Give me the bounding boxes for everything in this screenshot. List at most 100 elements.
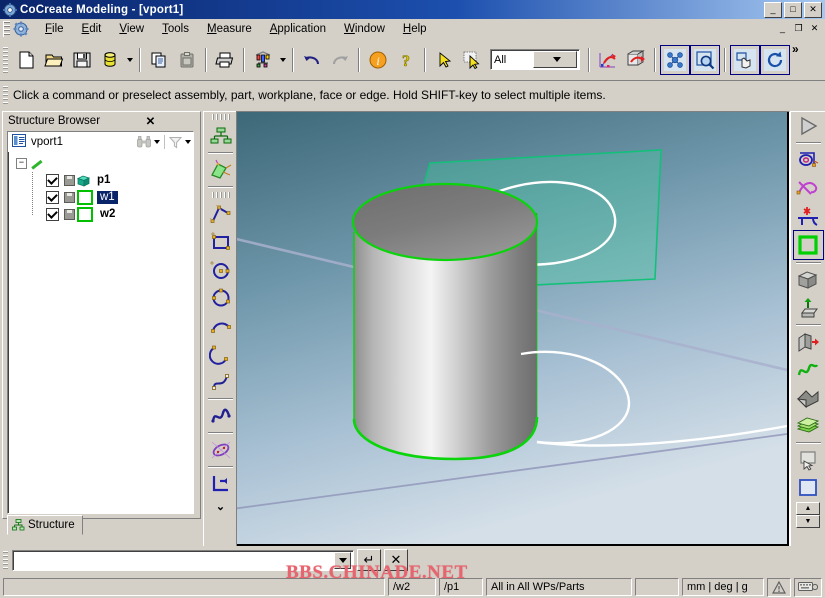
menu-item-window[interactable]: Window: [335, 21, 394, 37]
maximize-button[interactable]: □: [784, 1, 802, 18]
command-drag-grip[interactable]: [3, 551, 8, 569]
info-icon[interactable]: i: [364, 46, 392, 74]
left-toolbar-overflow-button[interactable]: ⌄: [216, 498, 225, 514]
select-arrow-icon[interactable]: [430, 46, 458, 74]
trim-corner-icon[interactable]: [206, 470, 235, 498]
tree-root-row[interactable]: −: [14, 155, 193, 172]
tree-row-w1[interactable]: w1: [46, 189, 193, 206]
visibility-checkbox-w1[interactable]: [46, 190, 59, 204]
show-axes-icon[interactable]: [594, 46, 622, 74]
rectangle-2d-icon[interactable]: [206, 228, 235, 256]
status-current-workplane[interactable]: /w2: [388, 578, 436, 596]
menu-item-tools[interactable]: Tools: [153, 21, 198, 37]
command-input-wrapper[interactable]: [12, 549, 354, 571]
keyboard-icon[interactable]: [794, 577, 822, 597]
print-icon[interactable]: [211, 46, 239, 74]
command-cancel-button[interactable]: ✕: [384, 549, 408, 571]
filter-funnel-icon[interactable]: [167, 134, 183, 150]
fit-view-icon[interactable]: [660, 44, 690, 75]
viewport-vport1[interactable]: [237, 112, 787, 544]
toolbar-spinner[interactable]: ▲ ▼: [796, 502, 820, 528]
tree-label-p1[interactable]: p1: [94, 174, 113, 187]
command-enter-button[interactable]: ↵: [357, 549, 381, 571]
arc-3point-icon[interactable]: [206, 340, 235, 368]
warning-triangle-icon[interactable]: [767, 577, 791, 597]
menu-item-help[interactable]: Help: [394, 21, 436, 37]
visibility-checkbox-p1[interactable]: [46, 173, 59, 187]
find-dropdown-arrow-icon[interactable]: [152, 134, 162, 150]
status-current-part[interactable]: /p1: [439, 578, 483, 596]
circle-3point-icon[interactable]: [206, 284, 235, 312]
draw-group-grip[interactable]: [211, 192, 230, 198]
rotate-view-icon[interactable]: [760, 44, 790, 75]
structure-tree-icon[interactable]: [206, 122, 235, 150]
stack-layers-icon[interactable]: [794, 412, 823, 440]
curve-green-icon[interactable]: [794, 356, 823, 384]
select-window-icon[interactable]: [458, 46, 486, 74]
workplane-create-icon[interactable]: [206, 156, 235, 184]
minimize-button[interactable]: _: [764, 1, 782, 18]
chevron-down-icon[interactable]: [334, 551, 351, 569]
menu-item-view[interactable]: View: [110, 21, 153, 37]
viewport-icon[interactable]: [794, 474, 823, 502]
revolve-icon[interactable]: [794, 146, 823, 174]
menu-drag-grip[interactable]: [3, 21, 10, 37]
filter-dropdown-arrow-icon[interactable]: [183, 134, 193, 150]
cylinder-part-p1[interactable]: [351, 182, 539, 461]
mdi-minimize-button[interactable]: _: [775, 22, 790, 36]
status-selection-scope[interactable]: All in All WPs/Parts: [486, 578, 632, 596]
paste-icon[interactable]: [173, 46, 201, 74]
constraint-icon[interactable]: [794, 202, 823, 230]
arc-icon[interactable]: [206, 312, 235, 340]
menu-item-measure[interactable]: Measure: [198, 21, 261, 37]
circle-center-icon[interactable]: [206, 256, 235, 284]
extrude-side-icon[interactable]: [794, 328, 823, 356]
color-settings-dropdown-arrow-icon[interactable]: [277, 46, 288, 74]
face-select-icon[interactable]: [794, 446, 823, 474]
menu-item-file[interactable]: File: [36, 21, 73, 37]
toolbar-drag-grip[interactable]: [3, 46, 8, 73]
spinner-down-button[interactable]: ▼: [796, 515, 820, 528]
command-input[interactable]: [13, 551, 334, 569]
database-dropdown-arrow-icon[interactable]: [124, 46, 135, 74]
tree-label-w1[interactable]: w1: [97, 191, 118, 204]
tree-row-w2[interactable]: w2: [46, 206, 193, 223]
sweep-icon[interactable]: [794, 174, 823, 202]
help-question-icon[interactable]: ?: [392, 46, 420, 74]
part-copy-icon[interactable]: [794, 266, 823, 294]
toolbar-overflow-button[interactable]: »: [792, 42, 799, 56]
ellipse-icon[interactable]: [206, 436, 235, 464]
tab-structure[interactable]: Structure: [7, 515, 83, 535]
section-icon[interactable]: [622, 46, 650, 74]
status-units[interactable]: mm | deg | g: [682, 578, 764, 596]
prompt-drag-grip[interactable]: [3, 86, 8, 104]
undo-icon[interactable]: [298, 46, 326, 74]
line-2d-icon[interactable]: [206, 200, 235, 228]
workplane-select-icon[interactable]: [792, 230, 824, 260]
play-run-icon[interactable]: [794, 112, 823, 140]
menu-item-application[interactable]: Application: [261, 21, 335, 37]
chevron-down-icon[interactable]: [533, 51, 577, 68]
pan-hand-icon[interactable]: [730, 44, 760, 75]
copy-icon[interactable]: [145, 46, 173, 74]
close-button[interactable]: ✕: [804, 1, 822, 18]
mdi-close-button[interactable]: ✕: [807, 22, 822, 36]
menu-item-edit[interactable]: Edit: [73, 21, 111, 37]
tree-expander[interactable]: −: [16, 158, 27, 169]
find-binoculars-icon[interactable]: [136, 134, 152, 150]
save-disk-icon[interactable]: [68, 46, 96, 74]
mdi-restore-button[interactable]: ❐: [791, 22, 806, 36]
spinner-up-button[interactable]: ▲: [796, 502, 820, 515]
tree-row-p1[interactable]: p1: [46, 172, 193, 189]
extrude-up-icon[interactable]: [794, 294, 823, 322]
viewport-scene[interactable]: [237, 112, 787, 544]
new-file-icon[interactable]: [12, 46, 40, 74]
tree-label-w2[interactable]: w2: [97, 208, 118, 221]
left-toolbar-drag-grip[interactable]: [211, 114, 230, 120]
shell-icon[interactable]: [794, 384, 823, 412]
zoom-window-icon[interactable]: [690, 44, 720, 75]
close-icon[interactable]: ✕: [103, 114, 198, 128]
freeform-spline-icon[interactable]: [206, 402, 235, 430]
open-folder-icon[interactable]: [40, 46, 68, 74]
spline-curve-icon[interactable]: [206, 368, 235, 396]
